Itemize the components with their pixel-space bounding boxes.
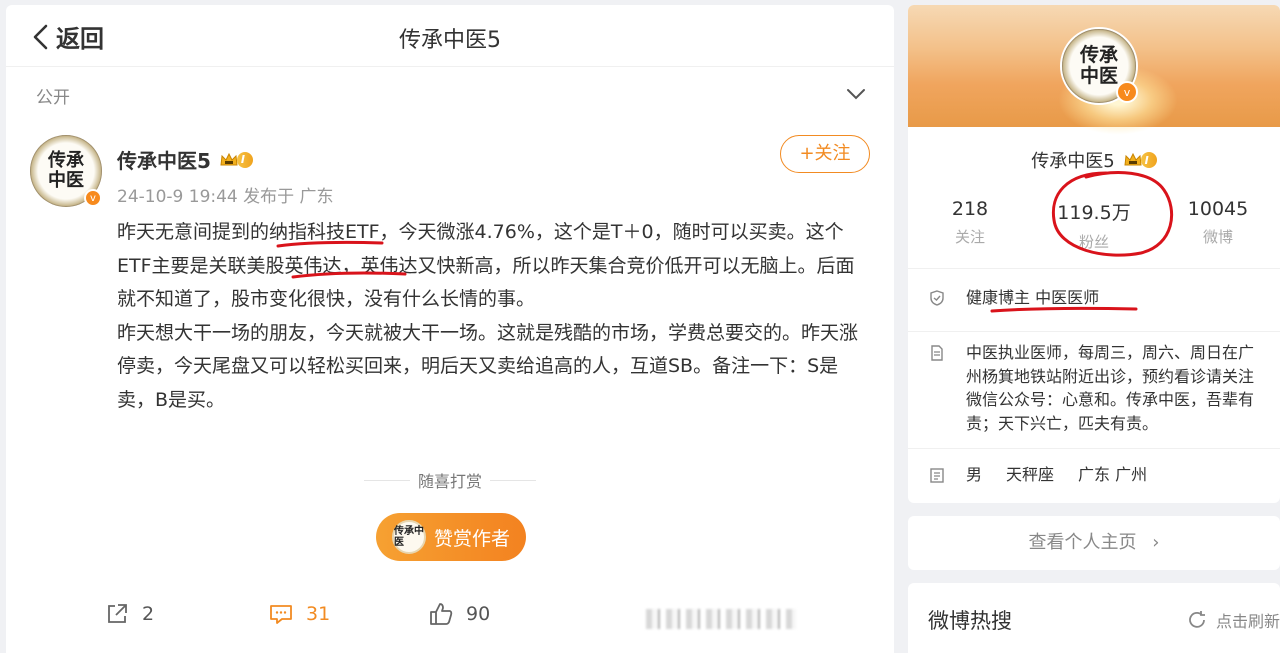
view-profile-label: 查看个人主页 [1028, 532, 1137, 553]
reward-hint-text: 随喜打赏 [418, 472, 483, 491]
zodiac: 天秤座 [1006, 465, 1055, 484]
share-count: 2 [142, 603, 155, 625]
view-profile-button[interactable]: 查看个人主页 › [908, 516, 1280, 570]
post-content: 昨天无意间提到的纳指科技ETF，今天微涨4.76%，这个是T＋0，随时可以买卖。… [117, 216, 867, 417]
post-paragraph-2: 昨天想大干一场的朋友，今天就被大干一场。这就是残酷的市场，学费总要交的。昨天涨停… [117, 321, 859, 411]
stat-number: 119.5万 [1057, 202, 1131, 224]
share-icon [108, 604, 127, 623]
bio-row: 中医执业医师，每周三，周六、周日在广州杨箕地铁站附近出诊，预约看诊请关注微信公众… [928, 341, 1266, 435]
avatar-calligraphy: 传承中医 [1079, 44, 1118, 87]
bio-text: 中医执业医师，每周三，周六、周日在广州杨箕地铁站附近出诊，预约看诊请关注微信公众… [966, 343, 1255, 433]
stat-number: 10045 [1187, 198, 1249, 220]
divider [908, 448, 1280, 449]
profile-card: 传承中医 v 传承中医5 I 218 关注 119.5万 粉丝 10045 微博… [908, 5, 1280, 503]
top-bar: 返回 传承中医5 [6, 5, 894, 67]
location: 广东 广州 [1078, 465, 1148, 484]
divider [908, 268, 1280, 269]
like-count: 90 [466, 603, 491, 625]
id-card-icon [930, 468, 944, 483]
verified-v-icon: v [84, 189, 102, 207]
share-button[interactable]: 2 [104, 601, 154, 627]
thumbs-up-icon [430, 603, 453, 625]
basic-info-row: 男 天秤座 广东 广州 [928, 463, 1266, 487]
profile-name-row: 传承中医5 I [908, 147, 1280, 173]
stat-followers[interactable]: 119.5万 粉丝 [1032, 198, 1156, 252]
stat-posts[interactable]: 10045 微博 [1156, 198, 1280, 252]
author-avatar[interactable]: 传承中医 v [30, 135, 102, 207]
post-detail-card: 返回 传承中医5 公开 传承中医 v 传承中医5 I 24-10-9 19:44… [6, 5, 894, 653]
blurred-region [646, 609, 796, 629]
level-number: I [1140, 152, 1157, 168]
privacy-label: 公开 [36, 88, 70, 108]
refresh-icon [1189, 611, 1205, 628]
vip-level-badge: I [1123, 152, 1157, 168]
post-meta: 24-10-9 19:44 发布于 广东 [117, 187, 334, 207]
action-bar: 2 31 90 [6, 601, 894, 641]
author-name-row: 传承中医5 I [117, 145, 254, 174]
level-number: I [236, 151, 254, 168]
author-name[interactable]: 传承中医5 [117, 145, 211, 174]
follow-button[interactable]: +关注 [780, 135, 870, 173]
shield-icon [930, 290, 944, 306]
document-icon [931, 345, 943, 361]
divider [908, 331, 1280, 332]
page-title: 传承中医5 [399, 28, 501, 53]
privacy-selector[interactable]: 公开 [6, 67, 894, 121]
post-paragraph-1: 昨天无意间提到的纳指科技ETF，今天微涨4.76%，这个是T＋0，随时可以买卖。… [117, 221, 855, 310]
chevron-right-icon: › [1152, 532, 1160, 553]
hot-search-card: 微博热搜 点击刷新 [908, 583, 1280, 653]
profile-stats: 218 关注 119.5万 粉丝 10045 微博 [908, 198, 1280, 252]
refresh-label: 点击刷新 [1215, 612, 1280, 631]
hot-search-title: 微博热搜 [928, 609, 1012, 633]
chevron-down-icon [847, 89, 865, 100]
reward-author-button[interactable]: 传承中医 赞赏作者 [376, 513, 526, 561]
like-button[interactable]: 90 [428, 601, 490, 627]
stat-following[interactable]: 218 关注 [908, 198, 1032, 252]
avatar-calligraphy: 传承中医 [48, 150, 84, 191]
verified-v-icon: v [1116, 81, 1138, 103]
mini-avatar: 传承中医 [391, 520, 426, 554]
verification-text: 健康博主 中医医师 [966, 288, 1100, 307]
vip-level-badge: I [219, 151, 254, 168]
verification-row: 健康博主 中医医师 [928, 286, 1266, 310]
crown-icon [220, 152, 238, 165]
stat-label: 关注 [954, 228, 985, 246]
comment-count: 31 [306, 603, 331, 625]
comment-icon [270, 605, 292, 624]
stat-label: 微博 [1202, 228, 1233, 246]
reward-hint: 随喜打赏 [356, 468, 544, 492]
gender: 男 [966, 465, 983, 484]
reward-button-label: 赞赏作者 [433, 527, 510, 550]
stat-label: 粉丝 [1078, 233, 1109, 251]
comment-button[interactable]: 31 [268, 601, 330, 627]
profile-name: 传承中医5 [1031, 151, 1115, 172]
stat-number: 218 [951, 198, 989, 220]
refresh-button[interactable]: 点击刷新 [1186, 608, 1280, 632]
crown-icon [1124, 152, 1142, 166]
